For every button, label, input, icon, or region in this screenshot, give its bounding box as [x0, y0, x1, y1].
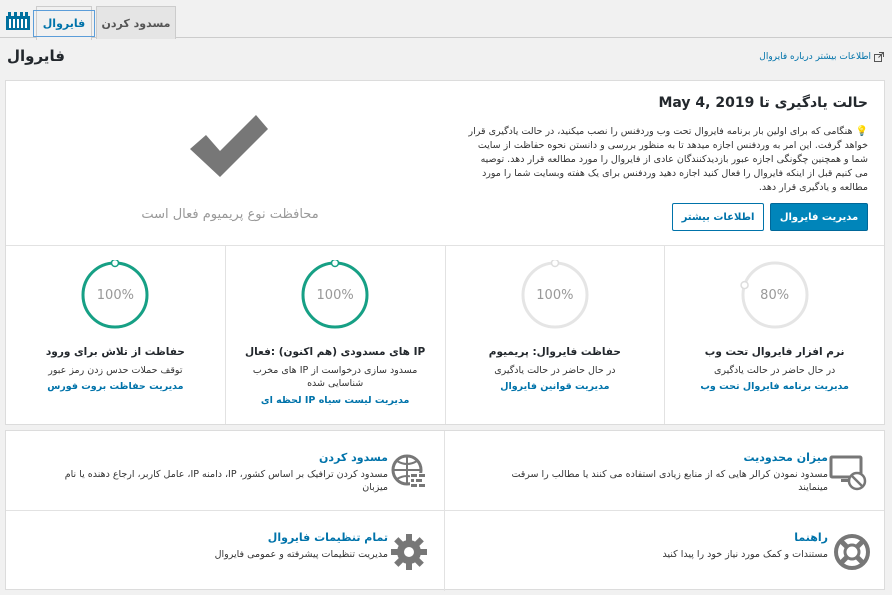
tab-firewall[interactable]: فایروال [32, 6, 96, 40]
learning-mode-description: 💡 هنگامی که برای اولین بار برنامه فایروا… [466, 125, 868, 195]
firewall-status-card: محافظت نوع پریمیوم فعال است حالت یادگیری… [5, 80, 885, 425]
stat-description: در حال حاضر در حالت یادگیری [494, 365, 616, 376]
stat-description: مسدود سازی درخواست از IP های مخرب شناسای… [252, 365, 418, 389]
progress-percent: 100% [536, 287, 574, 303]
wordfence-logo-icon [6, 12, 30, 30]
globe-block-icon [391, 454, 426, 487]
stat-web-app-firewall: 80% نرم افزار فایروال تحت وب در حال حاضر… [665, 246, 884, 424]
tab-firewall-label: فایروال [32, 10, 96, 37]
manage-firewall-rules-link[interactable]: مدیریت قوانین فایروال [454, 381, 657, 392]
tab-blocking-label: مسدود کردن [101, 16, 171, 30]
progress-percent: 80% [760, 287, 790, 303]
learning-mode-title: حالت یادگیری تا May 4, 2019 [658, 95, 868, 111]
rate-limiting-title[interactable]: میزان محدودیت [744, 451, 828, 464]
stat-description: توقف حملات حدس زدن رمز عبور [48, 365, 183, 376]
external-link-icon [874, 52, 884, 62]
manage-brute-force-link[interactable]: مدیریت حفاظت بروت فورس [14, 381, 217, 392]
help-title[interactable]: راهنما [794, 531, 828, 544]
feature-all-settings[interactable]: تمام تنظیمات فایروال مدیریت تنظیمات پیشر… [6, 511, 445, 591]
learn-more-link[interactable]: اطلاعات بیشتر درباره فایروال [759, 52, 884, 62]
blocking-title[interactable]: مسدود کردن [319, 451, 388, 464]
stat-title: IP های مسدودی (هم اکنون) :فعال [245, 346, 426, 358]
feature-help[interactable]: راهنما مستندات و کمک مورد نیاز خود را پی… [445, 511, 884, 591]
protection-stats: 100% حفاظت از تلاش برای ورود توقف حملات … [6, 246, 884, 424]
monitor-block-icon [829, 455, 867, 491]
progress-percent: 100% [316, 287, 354, 303]
stat-firewall-rules: 100% حفاظت فایروال: پریمیوم در حال حاضر … [446, 246, 666, 424]
help-description: مستندات و کمک مورد نیاز خود را پیدا کنید [662, 549, 828, 560]
manage-firewall-button[interactable]: مدیریت فایروال [770, 203, 868, 231]
tab-bar: فایروال مسدود کردن [0, 0, 892, 40]
blocking-description: مسدود کردن ترافیک بر اساس کشور، IP، دامن… [64, 469, 388, 493]
learning-mode-text: هنگامی که برای اولین بار برنامه فایروال … [468, 126, 868, 193]
gear-icon [391, 534, 427, 570]
stat-login-protection: 100% حفاظت از تلاش برای ورود توقف حملات … [6, 246, 226, 424]
bulb-icon: 💡 [855, 126, 868, 137]
page-title: فایروال [7, 47, 65, 65]
feature-rate-limiting[interactable]: میزان محدودیت مسدود نمودن کرالر هایی که … [445, 431, 884, 511]
all-settings-description: مدیریت تنظیمات پیشرفته و عمومی فایروال [214, 549, 388, 560]
manage-waf-link[interactable]: مدیریت برنامه فایروال تحت وب [673, 381, 876, 392]
rate-limiting-description: مسدود نمودن کرالر هایی که از منابع زیادی… [511, 469, 828, 493]
premium-protection-text: محافظت نوع پریمیوم فعال است [141, 207, 319, 222]
learning-mode-section: محافظت نوع پریمیوم فعال است حالت یادگیری… [6, 81, 884, 246]
lifebuoy-icon [834, 534, 870, 570]
stat-title: حفاظت از تلاش برای ورود [45, 346, 185, 358]
feature-links-card: مسدود کردن مسدود کردن ترافیک بر اساس کشو… [5, 430, 885, 591]
manage-ip-blacklist-link[interactable]: مدیریت لیست سیاه IP لحظه ای [234, 395, 437, 406]
all-settings-title[interactable]: تمام تنظیمات فایروال [268, 531, 388, 544]
learn-more-label: اطلاعات بیشتر درباره فایروال [759, 52, 871, 62]
feature-blocking[interactable]: مسدود کردن مسدود کردن ترافیک بر اساس کشو… [6, 431, 445, 511]
stat-title: نرم افزار فایروال تحت وب [704, 346, 845, 358]
tab-blocking[interactable]: مسدود کردن [96, 6, 176, 39]
progress-percent: 100% [96, 287, 134, 303]
stat-description: در حال حاضر در حالت یادگیری [713, 365, 836, 376]
more-info-button[interactable]: اطلاعات بیشتر [672, 203, 764, 231]
stat-title: حفاظت فایروال: پریمیوم [488, 346, 621, 358]
checkmark-icon [190, 115, 268, 177]
stat-blocked-ips: 100% IP های مسدودی (هم اکنون) :فعال مسدو… [226, 246, 446, 424]
